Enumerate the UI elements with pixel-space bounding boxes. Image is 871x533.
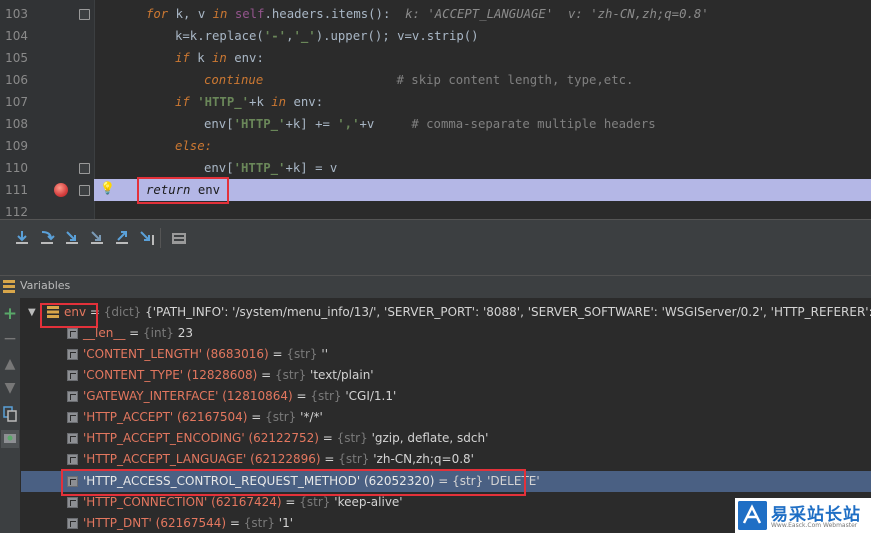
field-icon [67, 518, 78, 529]
field-icon [67, 412, 78, 423]
line-number: 105 [5, 51, 28, 65]
code-text: else: [175, 139, 213, 153]
field-icon [67, 433, 78, 444]
annotation-box-return [137, 177, 229, 204]
watermark: 易采站长站 Www.Easck.Com Webmaster [735, 498, 871, 533]
variables-panel-header: Variables [0, 275, 871, 299]
variable-row[interactable]: 'HTTP_ACCEPT_LANGUAGE' (62122896) = {str… [21, 449, 871, 470]
variable-text: 'CONTENT_LENGTH' (8683016) = {str} '' [83, 347, 328, 361]
variable-text: 'HTTP_DNT' (62167544) = {str} '1' [83, 516, 294, 530]
variables-panel-title: Variables [20, 279, 71, 292]
field-icon [67, 497, 78, 508]
code-text: if k in env: [175, 51, 264, 65]
variable-row-env[interactable]: ▼ env = {dict} {'PATH_INFO': '/system/me… [21, 302, 871, 323]
code-line-105[interactable]: 105 if k in env: [0, 47, 871, 69]
line-number: 111 [5, 183, 28, 197]
code-text: for k, v in self.headers.items(): k: 'AC… [146, 7, 709, 21]
watermark-subtext: Www.Easck.Com Webmaster [771, 522, 858, 529]
code-text: env['HTTP_'+k] = v [204, 161, 338, 175]
variable-row[interactable]: 'CONTENT_TYPE' (12828608) = {str} 'text/… [21, 365, 871, 386]
field-icon [67, 391, 78, 402]
field-icon [67, 454, 78, 465]
code-line-111[interactable]: 111 💡 return env [0, 179, 871, 201]
step-into-icon[interactable] [63, 229, 81, 247]
line-number: 112 [5, 205, 28, 219]
code-line-107[interactable]: 107 if 'HTTP_'+k in env: [0, 91, 871, 113]
line-number: 106 [5, 73, 28, 87]
variable-text: 'HTTP_ACCEPT_ENCODING' (62122752) = {str… [83, 431, 489, 445]
code-text: if 'HTTP_'+k in env: [175, 95, 324, 109]
toolbar-spacer [0, 256, 871, 275]
field-icon [67, 370, 78, 381]
code-line-112[interactable]: 112 [0, 201, 871, 219]
add-watch-icon[interactable]: + [2, 306, 18, 323]
line-number: 109 [5, 139, 28, 153]
show-execution-point-icon[interactable] [13, 229, 31, 247]
up-icon[interactable]: ▲ [2, 356, 18, 372]
code-line-103[interactable]: 103 for k, v in self.headers.items(): k:… [0, 3, 871, 25]
watches-toggle-icon[interactable] [1, 430, 19, 448]
code-line-110[interactable]: 110 env['HTTP_'+k] = v [0, 157, 871, 179]
variable-type: {dict} [103, 305, 142, 319]
variable-row[interactable]: 'HTTP_ACCEPT' (62167504) = {str} '*/*' [21, 407, 871, 428]
variable-text: 'CONTENT_TYPE' (12828608) = {str} 'text/… [83, 368, 374, 382]
code-line-108[interactable]: 108 env['HTTP_'+k] += ','+v # comma-sepa… [0, 113, 871, 135]
remove-watch-icon[interactable]: − [2, 331, 18, 348]
down-icon[interactable]: ▼ [2, 380, 18, 396]
variable-row[interactable]: 'GATEWAY_INTERFACE' (12810864) = {str} '… [21, 386, 871, 407]
code-line-106[interactable]: 106 continue # skip content length, type… [0, 69, 871, 91]
variable-row[interactable]: __len__ = {int} 23 [21, 323, 871, 344]
copy-icon[interactable] [3, 406, 17, 422]
code-line-104[interactable]: 104 k=k.replace('-','_').upper(); v=v.st… [0, 25, 871, 47]
run-to-cursor-icon[interactable] [138, 229, 156, 247]
expand-arrow-icon[interactable]: ▼ [28, 302, 36, 323]
debug-toolbar [0, 219, 871, 256]
line-number: 103 [5, 7, 28, 21]
line-number: 107 [5, 95, 28, 109]
variable-row[interactable]: 'HTTP_ACCEPT_ENCODING' (62122752) = {str… [21, 428, 871, 449]
line-number: 108 [5, 117, 28, 131]
variable-value: {'PATH_INFO': '/system/menu_info/13/', '… [141, 305, 871, 319]
variable-text: 'HTTP_ACCEPT_LANGUAGE' (62122896) = {str… [83, 452, 474, 466]
lightbulb-icon[interactable]: 💡 [100, 181, 115, 195]
watermark-logo-icon [738, 501, 767, 530]
field-icon [67, 328, 78, 339]
variable-row[interactable]: 'CONTENT_LENGTH' (8683016) = {str} '' [21, 344, 871, 365]
code-text: env['HTTP_'+k] += ','+v # comma-separate… [204, 117, 656, 131]
variable-text: 'HTTP_ACCEPT' (62167504) = {str} '*/*' [83, 410, 323, 424]
fold-marker-icon[interactable] [79, 9, 90, 20]
fold-marker-icon[interactable] [79, 185, 90, 196]
code-text: continue # skip content length, type,etc… [204, 73, 634, 87]
code-editor[interactable]: 103 for k, v in self.headers.items(): k:… [0, 0, 871, 219]
variable-text: __len__ = {int} 23 [83, 326, 194, 340]
breakpoint-icon[interactable] [54, 183, 68, 197]
field-icon [67, 349, 78, 360]
toolbar-separator [160, 228, 161, 248]
variable-text: env = {dict} {'PATH_INFO': '/system/menu… [64, 302, 871, 323]
inline-debug-value: k: 'ACCEPT_LANGUAGE' v: 'zh-CN,zh;q=0.8' [405, 7, 709, 21]
step-out-icon[interactable] [113, 229, 131, 247]
variable-text: 'GATEWAY_INTERFACE' (12810864) = {str} '… [83, 389, 397, 403]
code-text: k=k.replace('-','_').upper(); v=v.strip(… [175, 29, 479, 43]
step-over-icon[interactable] [38, 229, 56, 247]
line-number: 104 [5, 29, 28, 43]
variables-icon [3, 280, 15, 293]
code-line-109[interactable]: 109 else: [0, 135, 871, 157]
evaluate-expression-icon[interactable] [170, 229, 188, 247]
fold-marker-icon[interactable] [79, 163, 90, 174]
line-number: 110 [5, 161, 28, 175]
variables-sidebar: + − ▲ ▼ [0, 298, 21, 533]
variable-text: 'HTTP_CONNECTION' (62167424) = {str} 'ke… [83, 495, 403, 509]
step-into-my-code-icon[interactable] [88, 229, 106, 247]
